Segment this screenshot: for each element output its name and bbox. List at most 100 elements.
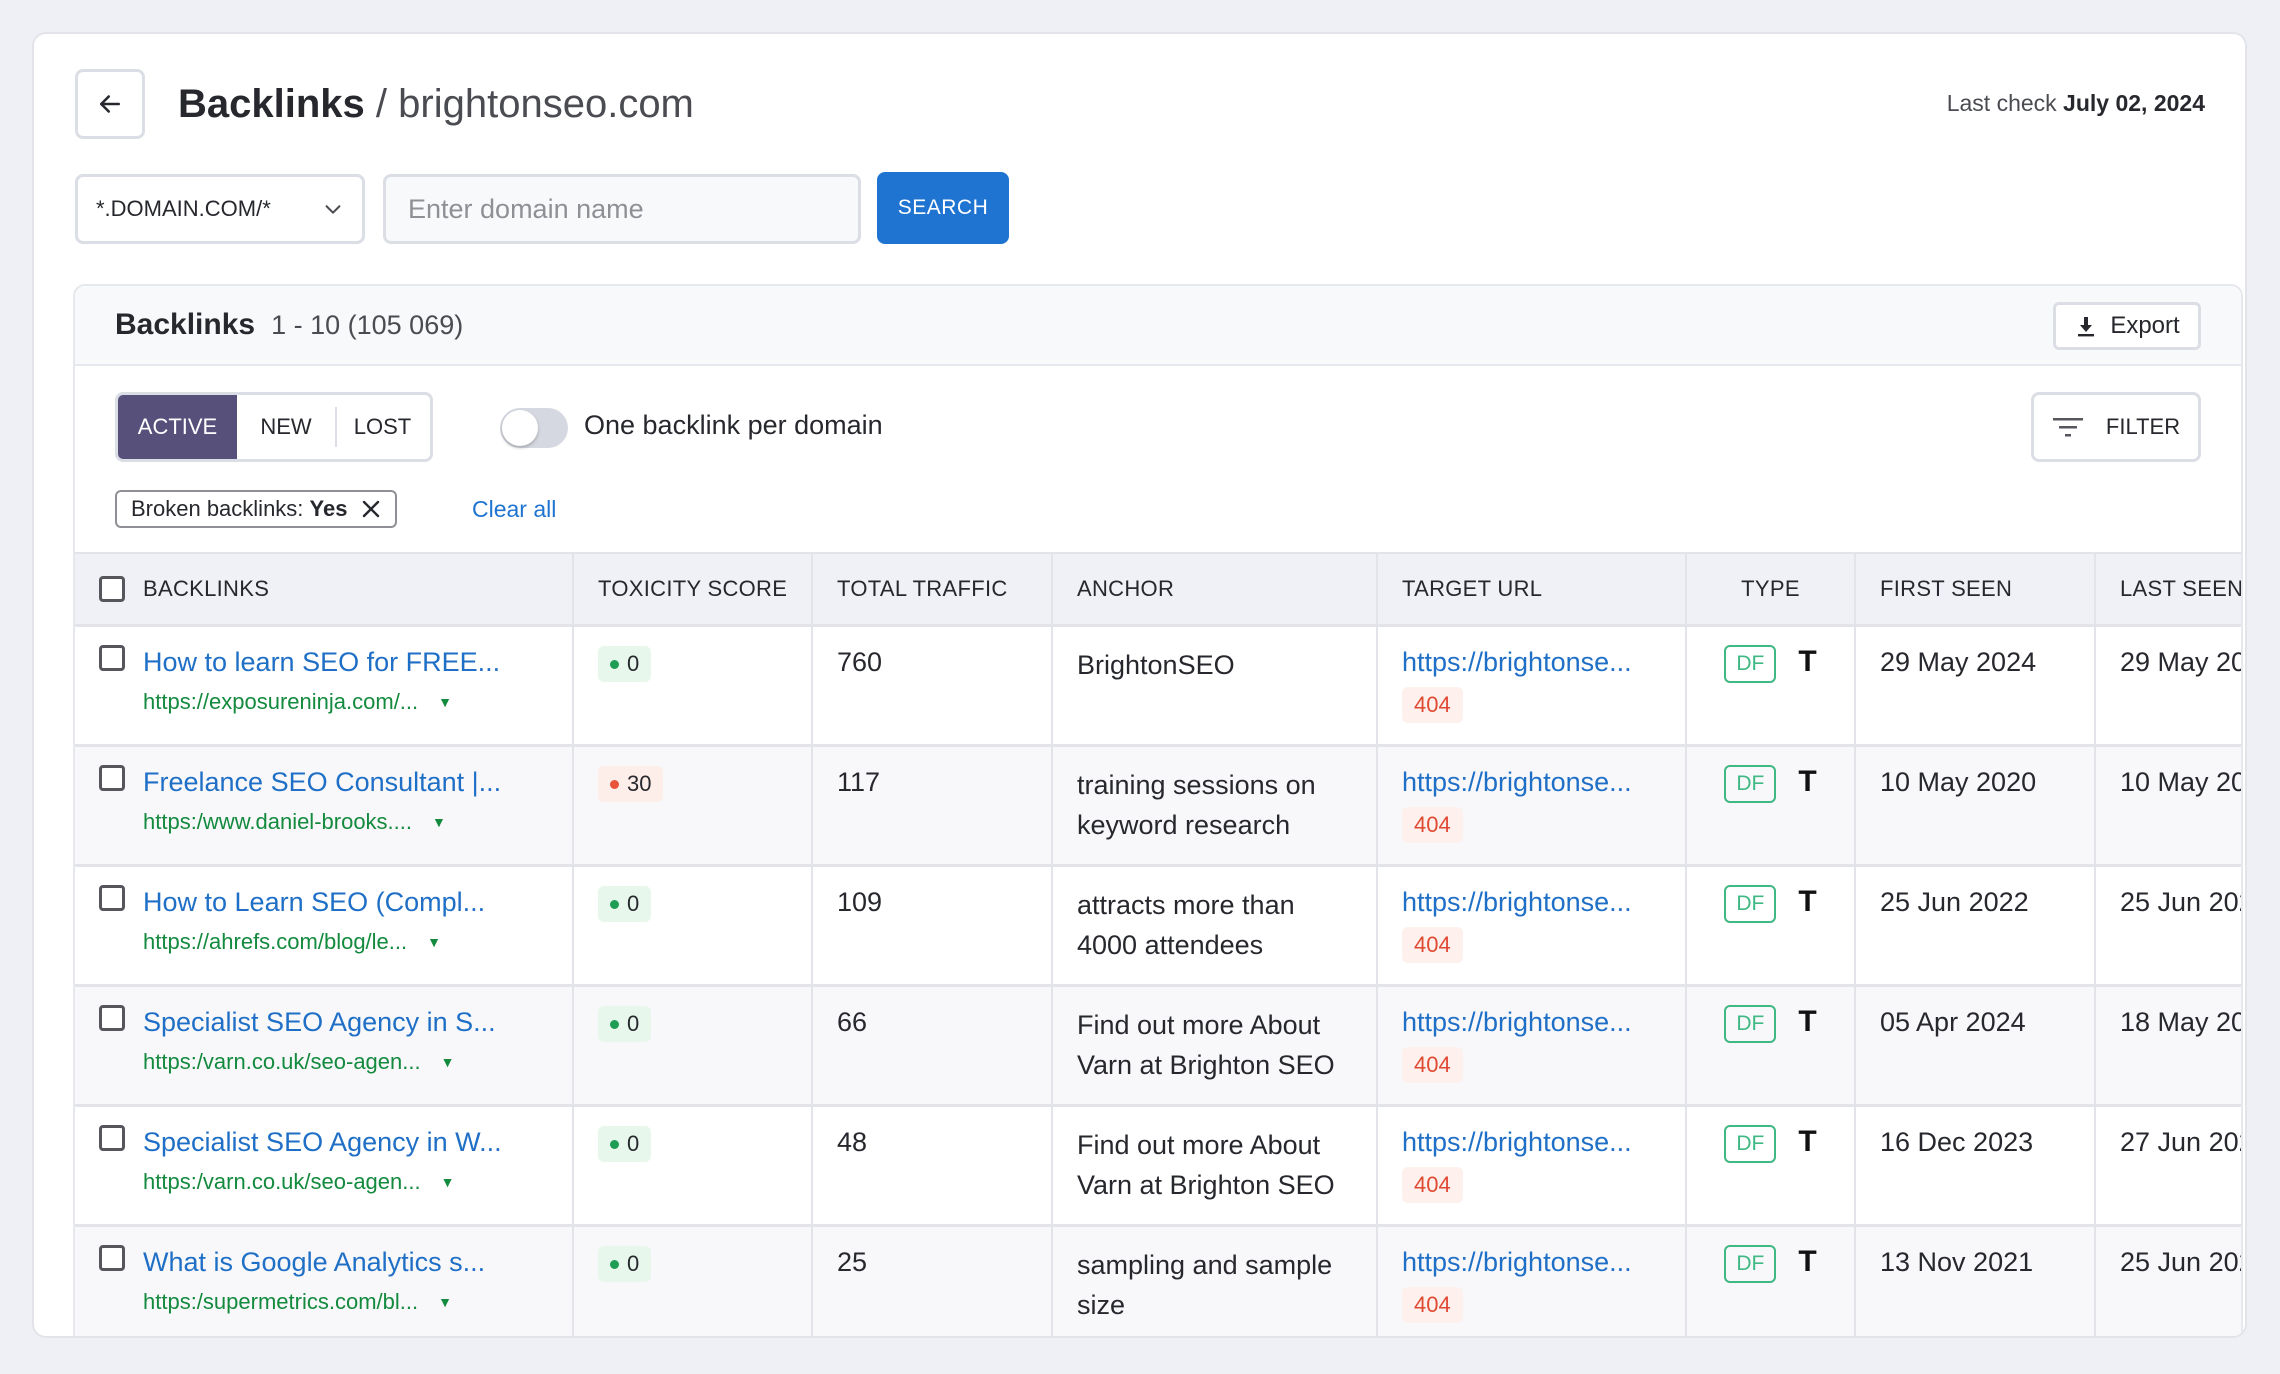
caret-down-icon[interactable]: ▼ xyxy=(441,1167,455,1197)
toxicity-dot-icon xyxy=(610,779,619,789)
type-cell: DF T xyxy=(1686,625,1856,745)
table-scroll-area[interactable]: BACKLINKS TOXICITY SCORE TOTAL TRAFFIC A… xyxy=(75,552,2241,1336)
backlink-url-link[interactable]: https://ahrefs.com/blog/le... ▼ xyxy=(143,927,485,957)
backlink-url-link[interactable]: https:/www.daniel-brooks.... ▼ xyxy=(143,807,501,837)
row-checkbox[interactable] xyxy=(99,764,125,791)
caret-down-icon[interactable]: ▼ xyxy=(441,1047,455,1077)
select-all-checkbox[interactable] xyxy=(99,575,125,602)
one-backlink-per-domain-toggle[interactable] xyxy=(500,408,568,448)
type-cell: DF T xyxy=(1686,1105,1856,1225)
last-check-date: July 02, 2024 xyxy=(2063,90,2205,116)
segment-active[interactable]: ACTIVE xyxy=(118,395,237,459)
last-seen-cell: 27 Jun 2024 xyxy=(2120,1126,2241,1157)
backlink-title-link[interactable]: Specialist SEO Agency in W... xyxy=(143,1125,502,1159)
dofollow-badge: DF xyxy=(1724,884,1777,923)
anchor-cell: attracts more than 4000 attendees xyxy=(1052,865,1378,985)
row-checkbox[interactable] xyxy=(99,1124,125,1151)
toxicity-value: 0 xyxy=(627,651,640,676)
toxicity-value: 30 xyxy=(627,771,652,796)
target-url-link[interactable]: https://brightonse... xyxy=(1402,1005,1661,1039)
caret-down-icon[interactable]: ▼ xyxy=(438,1287,452,1317)
first-seen-cell: 10 May 2020 xyxy=(1855,745,2096,865)
target-url-link[interactable]: https://brightonse... xyxy=(1402,885,1661,919)
http-status-badge: 404 xyxy=(1402,926,1463,963)
text-link-type-icon: T xyxy=(1798,1244,1817,1278)
table-toolbar: ACTIVE NEW LOST One backlink per domain … xyxy=(75,366,2241,552)
anchor-cell: Find out more About Varn at Brighton SEO xyxy=(1052,1105,1378,1225)
segment-new[interactable]: NEW xyxy=(237,395,335,459)
toxicity-badge: 30 xyxy=(598,766,664,802)
last-seen-cell: 10 May 2020 xyxy=(2120,766,2241,797)
caret-down-icon[interactable]: ▼ xyxy=(432,807,446,837)
column-header-anchor[interactable]: ANCHOR xyxy=(1052,553,1378,625)
section-title: Backlinks xyxy=(115,308,256,341)
backlink-url-link[interactable]: https:/varn.co.uk/seo-agen... ▼ xyxy=(143,1047,496,1077)
http-status-badge: 404 xyxy=(1402,806,1463,843)
column-header-backlinks[interactable]: BACKLINKS xyxy=(75,553,574,625)
target-url-link[interactable]: https://brightonse... xyxy=(1402,1245,1661,1279)
last-check: Last check July 02, 2024 xyxy=(1947,90,2205,117)
target-url-link[interactable]: https://brightonse... xyxy=(1402,645,1661,679)
close-icon[interactable] xyxy=(361,499,381,519)
back-button[interactable] xyxy=(75,69,145,139)
toxicity-cell: 0 xyxy=(573,1225,813,1336)
toxicity-cell: 0 xyxy=(573,1105,813,1225)
http-status-badge: 404 xyxy=(1402,1286,1463,1323)
backlink-url-link[interactable]: https:/supermetrics.com/bl... ▼ xyxy=(143,1287,485,1317)
export-button[interactable]: Export xyxy=(2053,302,2201,350)
column-header-toxicity[interactable]: TOXICITY SCORE xyxy=(573,553,813,625)
dofollow-badge: DF xyxy=(1724,764,1777,803)
text-link-type-icon: T xyxy=(1798,644,1817,678)
caret-down-icon[interactable]: ▼ xyxy=(438,687,452,717)
toxicity-badge: 0 xyxy=(598,886,652,922)
type-cell: DF T xyxy=(1686,745,1856,865)
backlink-title-link[interactable]: How to Learn SEO (Compl... xyxy=(143,885,485,919)
target-url-link[interactable]: https://brightonse... xyxy=(1402,1125,1661,1159)
backlink-title-link[interactable]: How to learn SEO for FREE... xyxy=(143,645,500,679)
column-header-traffic[interactable]: TOTAL TRAFFIC xyxy=(812,553,1053,625)
backlink-title-link[interactable]: Specialist SEO Agency in S... xyxy=(143,1005,496,1039)
backlink-cell: Specialist SEO Agency in W... https:/var… xyxy=(75,1105,574,1225)
filter-button[interactable]: FILTER xyxy=(2031,392,2201,462)
toxicity-dot-icon xyxy=(610,659,619,669)
first-seen-cell: 05 Apr 2024 xyxy=(1855,985,2096,1105)
column-header-target-url[interactable]: TARGET URL xyxy=(1377,553,1687,625)
last-seen-cell: 29 May 2024 xyxy=(2120,646,2241,677)
chip-label: Broken backlinks: xyxy=(131,496,304,521)
status-segmented-control: ACTIVE NEW LOST xyxy=(115,392,433,462)
traffic-cell: 48 xyxy=(812,1105,1053,1225)
table-header-row: BACKLINKS TOXICITY SCORE TOTAL TRAFFIC A… xyxy=(75,553,2241,625)
table-row: How to Learn SEO (Compl... https://ahref… xyxy=(75,865,2241,985)
last-seen-cell: 25 Jun 2022 xyxy=(2120,886,2241,917)
backlink-url: https:/www.daniel-brooks.... xyxy=(143,808,413,834)
row-checkbox[interactable] xyxy=(99,884,125,911)
row-checkbox[interactable] xyxy=(99,644,125,671)
clear-all-link[interactable]: Clear all xyxy=(472,496,556,523)
row-checkbox[interactable] xyxy=(99,1004,125,1031)
column-header-type[interactable]: TYPE xyxy=(1686,553,1856,625)
backlink-url: https:/supermetrics.com/bl... xyxy=(143,1288,419,1314)
backlink-url-link[interactable]: https://exposureninja.com/... ▼ xyxy=(143,687,500,717)
backlink-title-link[interactable]: Freelance SEO Consultant |... xyxy=(143,765,501,799)
row-checkbox[interactable] xyxy=(99,1244,125,1271)
toxicity-value: 0 xyxy=(627,1131,640,1156)
section-header: Backlinks 1 - 10 (105 069) Export xyxy=(75,286,2241,366)
toxicity-badge: 0 xyxy=(598,1246,652,1282)
traffic-cell: 109 xyxy=(812,865,1053,985)
domain-search-input[interactable] xyxy=(383,174,861,244)
column-header-last-seen[interactable]: LAST SEEN xyxy=(2095,553,2241,625)
backlink-url-link[interactable]: https:/varn.co.uk/seo-agen... ▼ xyxy=(143,1167,502,1197)
domain-scope-value: *.DOMAIN.COM/* xyxy=(96,196,271,221)
column-header-first-seen[interactable]: FIRST SEEN xyxy=(1855,553,2096,625)
backlinks-table: BACKLINKS TOXICITY SCORE TOTAL TRAFFIC A… xyxy=(75,552,2241,1336)
toxicity-cell: 0 xyxy=(573,865,813,985)
target-url-link[interactable]: https://brightonse... xyxy=(1402,765,1661,799)
dofollow-badge: DF xyxy=(1724,1244,1777,1283)
chip-text: Broken backlinks: Yes xyxy=(131,496,347,522)
domain-scope-select[interactable]: *.DOMAIN.COM/* xyxy=(75,174,365,244)
search-button[interactable]: SEARCH xyxy=(877,172,1009,244)
segment-lost[interactable]: LOST xyxy=(335,395,430,459)
backlink-title-link[interactable]: What is Google Analytics s... xyxy=(143,1245,485,1279)
type-cell: DF T xyxy=(1686,1225,1856,1336)
caret-down-icon[interactable]: ▼ xyxy=(427,927,441,957)
